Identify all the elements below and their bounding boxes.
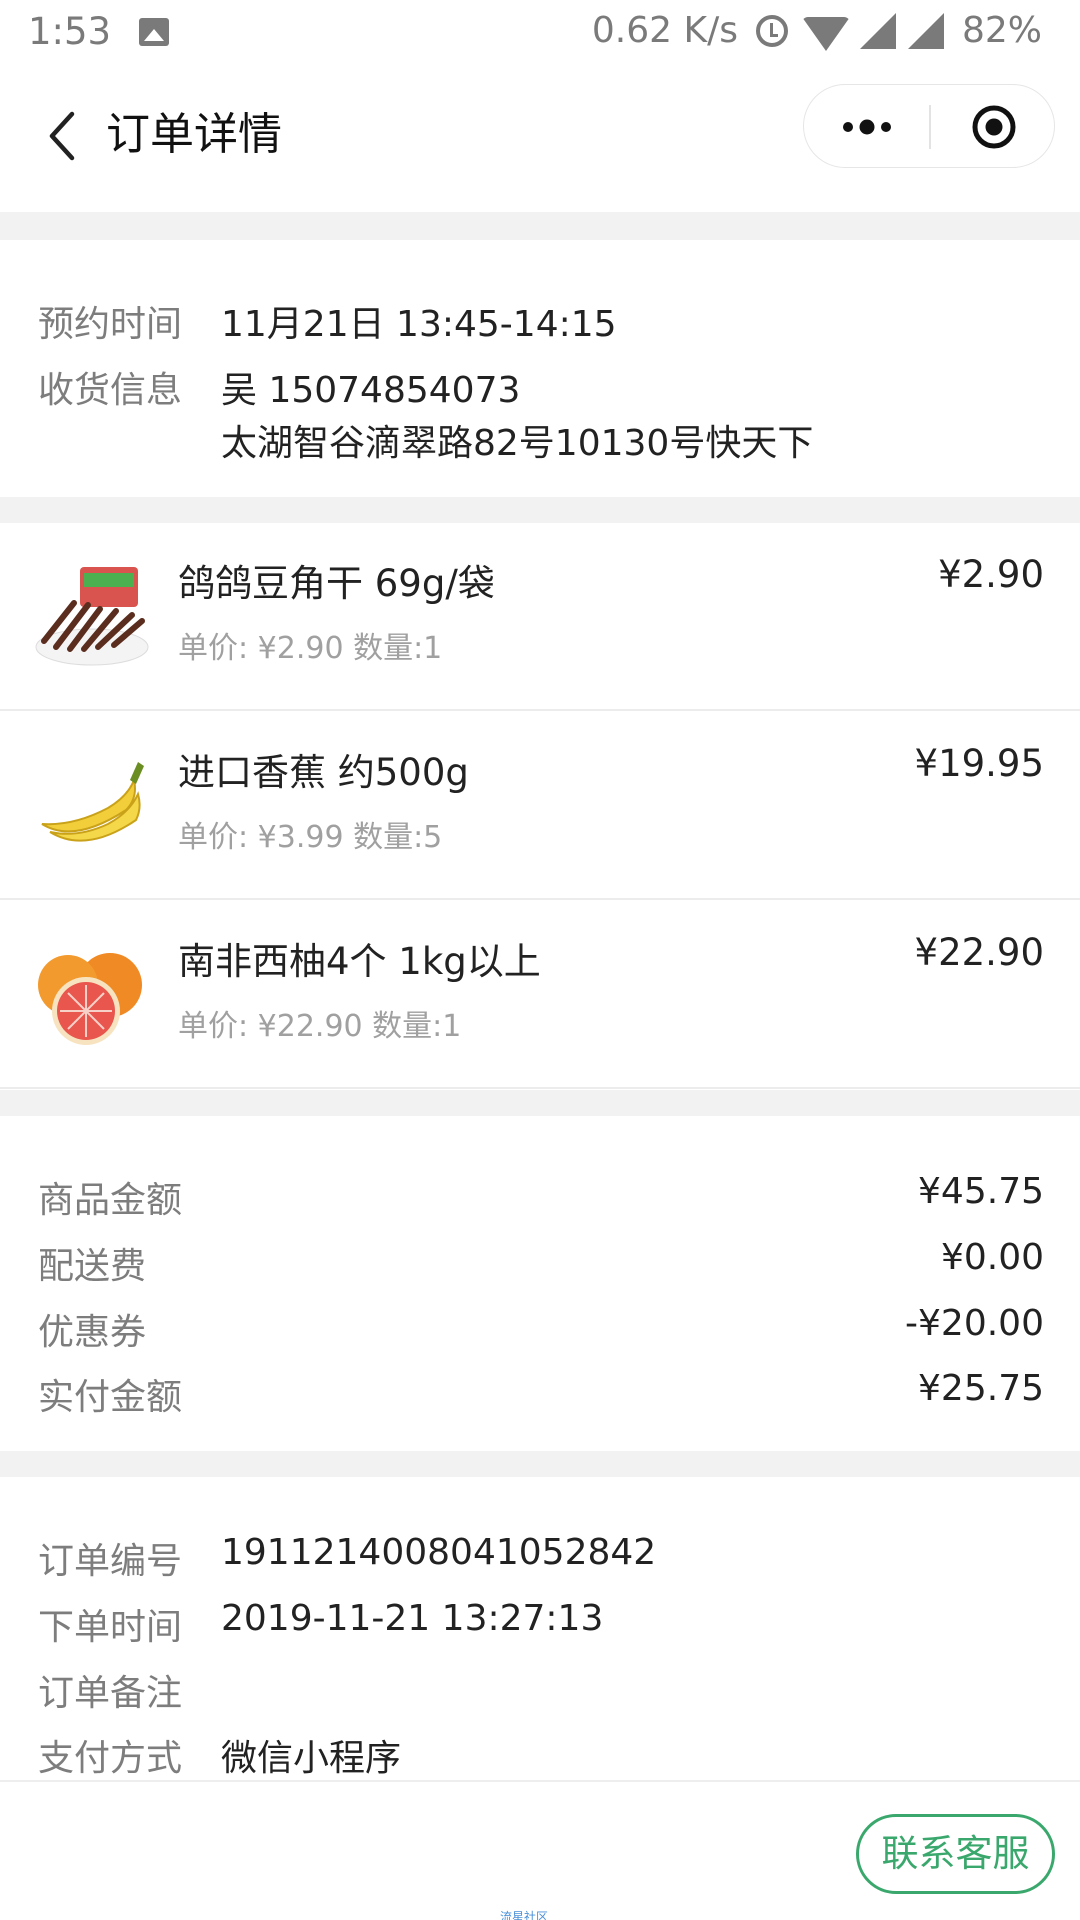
bottom-bar: 联系客服 流星社区 — [0, 1780, 1080, 1920]
order-number-label: 订单编号 — [38, 1541, 183, 1582]
capsule-divider — [929, 105, 931, 149]
payment-method-value: 微信小程序 — [221, 1738, 402, 1779]
order-time-label: 下单时间 — [38, 1607, 183, 1648]
section-gap — [0, 1451, 1080, 1477]
coupon-label: 优惠券 — [38, 1312, 147, 1353]
status-bar: 1:53 0.62 K/s 82% — [0, 0, 1080, 64]
receiver-address: 太湖智谷滴翠路82号10130号快天下 — [221, 423, 814, 464]
paid-amount-value: ¥25.75 — [918, 1368, 1044, 1409]
contact-service-button[interactable]: 联系客服 — [856, 1814, 1055, 1894]
product-unit-info: 单价: ¥3.99 数量:5 — [178, 820, 443, 855]
signal-icon — [859, 12, 896, 49]
receiver-name-phone: 吴 15074854073 — [221, 370, 521, 411]
section-gap — [0, 212, 1080, 240]
section-gap — [0, 1090, 1080, 1116]
delivery-fee-value: ¥0.00 — [940, 1237, 1044, 1278]
order-time-value: 2019-11-21 13:27:13 — [221, 1598, 604, 1639]
product-row[interactable]: 鸽鸽豆角干 69g/袋 单价: ¥2.90 数量:1 ¥2.90 — [0, 523, 1080, 711]
delivery-time-label: 预约时间 — [38, 304, 183, 345]
product-row[interactable]: 南非西柚4个 1kg以上 单价: ¥22.90 数量:1 ¥22.90 — [0, 901, 1080, 1089]
product-name: 进口香蕉 约500g — [178, 751, 469, 794]
nav-bar: 订单详情 — [0, 64, 1080, 212]
page-title: 订单详情 — [106, 109, 282, 160]
back-arrow-icon[interactable] — [42, 108, 86, 164]
dried-beans-image — [35, 567, 149, 666]
delivery-fee-label: 配送费 — [38, 1246, 147, 1287]
miniprogram-capsule — [803, 84, 1055, 168]
payment-method-label: 支付方式 — [38, 1738, 183, 1779]
product-name: 南非西柚4个 1kg以上 — [178, 940, 541, 983]
delivery-time-value: 11月21日 13:45-14:15 — [221, 304, 617, 345]
more-icon[interactable] — [840, 113, 894, 141]
status-time: 1:53 — [28, 10, 112, 53]
product-price: ¥19.95 — [914, 742, 1044, 785]
battery-level: 82% — [961, 10, 1042, 51]
coupon-value: -¥20.00 — [905, 1303, 1044, 1344]
order-number-value: 1911214008041052842 — [221, 1532, 657, 1573]
banana-image — [41, 762, 144, 842]
product-row[interactable]: 进口香蕉 约500g 单价: ¥3.99 数量:5 ¥19.95 — [0, 712, 1080, 900]
product-price: ¥2.90 — [938, 553, 1044, 596]
product-unit-info: 单价: ¥2.90 数量:1 — [178, 631, 443, 666]
network-speed: 0.62 K/s — [591, 10, 738, 51]
product-price: ¥22.90 — [914, 931, 1044, 974]
product-name: 鸽鸽豆角干 69g/袋 — [178, 562, 495, 605]
order-note-label: 订单备注 — [38, 1673, 183, 1714]
paid-amount-label: 实付金额 — [38, 1377, 183, 1418]
grapefruit-image — [38, 953, 142, 1045]
goods-amount-label: 商品金额 — [38, 1180, 183, 1221]
watermark: 流星社区 — [500, 1910, 549, 1920]
goods-amount-value: ¥45.75 — [918, 1171, 1044, 1212]
close-miniprogram-icon[interactable] — [970, 103, 1018, 151]
product-unit-info: 单价: ¥22.90 数量:1 — [178, 1009, 462, 1044]
section-gap — [0, 497, 1080, 523]
wifi-icon — [801, 16, 850, 51]
receiver-label: 收货信息 — [38, 370, 183, 411]
image-notification-icon — [139, 17, 170, 46]
alarm-icon — [755, 14, 788, 47]
signal-icon-2 — [907, 12, 944, 49]
